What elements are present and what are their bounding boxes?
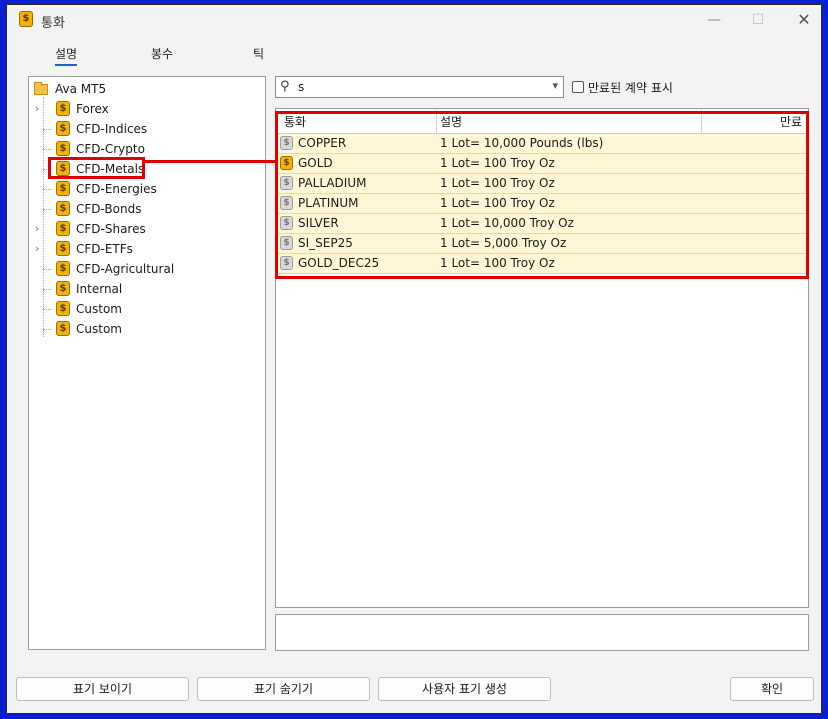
tree-guide-line	[43, 97, 44, 337]
tree-item-label: CFD-Agricultural	[76, 262, 175, 276]
symbol-table: 통화 설명 만료 $ COPPER 1 Lot= 10,000 Pounds (…	[275, 108, 809, 608]
tree-item-label: Custom	[76, 322, 122, 336]
rows-highlight-box	[275, 111, 809, 279]
tree-branch-line	[43, 209, 51, 210]
symbols-dialog: $ 통화 — ☐ ✕ 설명 봉수 틱 Ava MT5 › $ Forex $ C…	[6, 4, 822, 714]
show-symbol-button[interactable]: 표기 보이기	[16, 677, 189, 701]
tree-item-label: Internal	[76, 282, 123, 296]
currency-coin-icon: $	[56, 121, 70, 136]
highlight-connector-line	[144, 160, 275, 163]
chevron-down-icon[interactable]: ▾	[552, 79, 558, 92]
currency-coin-icon: $	[56, 241, 70, 256]
currency-coin-icon: $	[56, 281, 70, 296]
tree-branch-line	[43, 309, 51, 310]
ok-button[interactable]: 확인	[730, 677, 814, 701]
tab-bars[interactable]: 봉수	[151, 45, 173, 62]
symbol-info-panel	[275, 614, 809, 651]
window-title: 통화	[41, 16, 65, 31]
folder-icon	[34, 82, 48, 95]
currency-coin-icon: $	[56, 181, 70, 196]
show-expired-checkbox[interactable]	[572, 81, 584, 93]
selection-highlight-box	[48, 157, 145, 179]
custom-coin-icon: $	[56, 321, 70, 336]
tab-ticks[interactable]: 틱	[253, 45, 264, 62]
tree-branch-line	[43, 329, 51, 330]
tree-item-label: CFD-ETFs	[76, 242, 133, 256]
tree-item-label: CFD-Energies	[76, 182, 157, 196]
show-expired-label[interactable]: 만료된 계약 표시	[588, 79, 673, 96]
tree-root-label: Ava MT5	[55, 82, 107, 96]
chevron-right-icon[interactable]: ›	[35, 220, 39, 238]
tree-item-label: CFD-Shares	[76, 222, 146, 236]
maximize-button[interactable]: ☐	[741, 9, 775, 31]
tree-branch-line	[43, 189, 51, 190]
create-custom-symbol-button[interactable]: 사용자 표기 생성	[378, 677, 551, 701]
hide-symbol-button[interactable]: 표기 숨기기	[197, 677, 370, 701]
currency-coin-icon: $	[56, 261, 70, 276]
currency-coin-icon: $	[56, 101, 70, 116]
search-input[interactable]: s	[298, 80, 304, 94]
currency-coin-icon: $	[56, 221, 70, 236]
tree-item-label: CFD-Crypto	[76, 142, 145, 156]
tree-item-label: Forex	[76, 102, 109, 116]
search-icon: ⚲	[280, 79, 290, 94]
currency-coin-icon: $	[56, 201, 70, 216]
tree-item-label: CFD-Bonds	[76, 202, 142, 216]
currency-coin-icon: $	[56, 301, 70, 316]
currency-coin-icon: $	[56, 141, 70, 156]
symbol-search-combobox[interactable]: ⚲ s ▾	[275, 76, 564, 98]
tree-branch-line	[43, 149, 51, 150]
tree-branch-line	[43, 129, 51, 130]
tab-bar: 설명 봉수 틱	[7, 41, 821, 69]
title-bar: $ 통화 — ☐ ✕	[7, 5, 821, 35]
tree-branch-line	[43, 269, 51, 270]
chevron-right-icon[interactable]: ›	[35, 240, 39, 258]
currency-coin-icon: $	[19, 11, 33, 27]
chevron-right-icon[interactable]: ›	[35, 100, 39, 118]
tree-item-label: Custom	[76, 302, 122, 316]
tree-item-label: CFD-Indices	[76, 122, 148, 136]
minimize-button[interactable]: —	[697, 9, 731, 31]
tree-branch-line	[43, 289, 51, 290]
tab-description[interactable]: 설명	[55, 45, 78, 66]
close-button[interactable]: ✕	[787, 9, 821, 31]
